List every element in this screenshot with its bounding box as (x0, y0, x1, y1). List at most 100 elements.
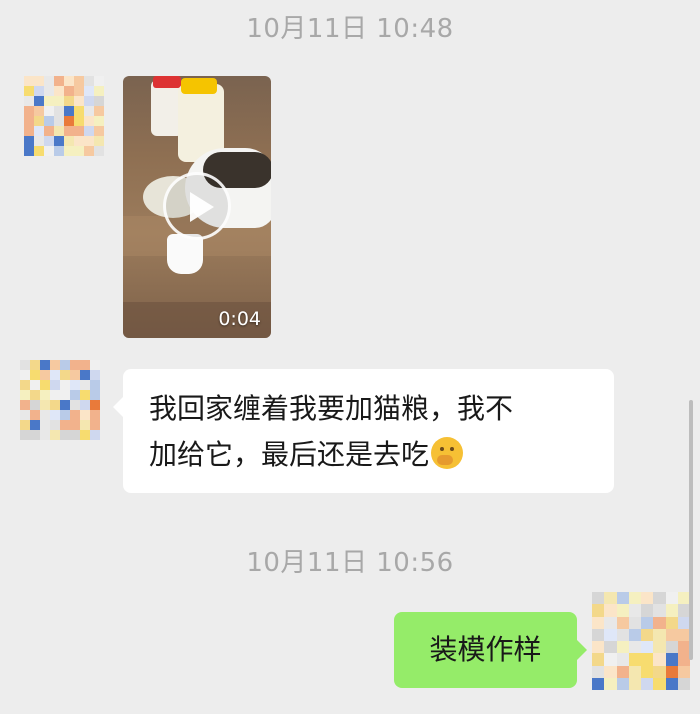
avatar-pixel (74, 106, 84, 116)
avatar-pixel (40, 390, 50, 400)
avatar-pixel (628, 628, 641, 641)
avatar-pixel (665, 665, 678, 678)
avatar-pixel (40, 380, 50, 390)
avatar-pixel (30, 420, 40, 430)
avatar-pixel (50, 360, 60, 370)
avatar-pixel (80, 430, 90, 440)
avatar-pixel (628, 677, 641, 690)
avatar-pixel (604, 641, 617, 654)
avatar-pixel (54, 136, 64, 146)
avatar-pixel (84, 96, 94, 106)
avatar-pixel (94, 76, 104, 86)
avatar-pixel (616, 653, 629, 666)
avatar-pixel (665, 628, 678, 641)
avatar-pixel (616, 592, 629, 605)
avatar-pixel (616, 665, 629, 678)
avatar-pixel (84, 86, 94, 96)
avatar-pixel (641, 604, 654, 617)
avatar-pixel (40, 420, 50, 430)
video-message[interactable]: 0:04 (123, 76, 271, 338)
avatar-pixel (60, 390, 70, 400)
avatar-pixel (50, 370, 60, 380)
avatar-pixel (24, 126, 34, 136)
message-text: 装模作样 (429, 633, 542, 666)
avatar-pixel (94, 106, 104, 116)
avatar-pixel (641, 653, 654, 666)
avatar-pixel (60, 380, 70, 390)
avatar-pixel (677, 665, 690, 678)
avatar-pixel (34, 86, 44, 96)
avatar-pixel (54, 76, 64, 86)
avatar-pixel (90, 410, 100, 420)
avatar-pixel (54, 116, 64, 126)
avatar-pixel (653, 628, 666, 641)
avatar-pixel (70, 370, 80, 380)
avatar-pixel (70, 410, 80, 420)
avatar-pixel (84, 146, 94, 156)
avatar-pixel (80, 390, 90, 400)
avatar-pixel (604, 677, 617, 690)
avatar-pixel (50, 400, 60, 410)
contact-avatar[interactable] (24, 76, 104, 156)
avatar-pixel (592, 653, 605, 666)
avatar-pixel (653, 641, 666, 654)
avatar-pixel (94, 96, 104, 106)
avatar-pixel (60, 370, 70, 380)
avatar-pixel (641, 641, 654, 654)
avatar-pixel (20, 400, 30, 410)
timestamp-1: 10月11日 10:48 (246, 14, 454, 44)
avatar-pixel (628, 653, 641, 666)
avatar-pixel (24, 146, 34, 156)
video-thumbnail-object (167, 234, 203, 274)
avatar-pixel (616, 628, 629, 641)
incoming-message-bubble[interactable]: 我回家缠着我要加猫粮，我不 加给它，最后还是去吃 (113, 369, 614, 493)
avatar-pixel (70, 400, 80, 410)
avatar-pixel (74, 126, 84, 136)
avatar-pixel (628, 592, 641, 605)
avatar-pixel (84, 126, 94, 136)
avatar-pixel (34, 146, 44, 156)
avatar-pixel (54, 106, 64, 116)
avatar-pixel (54, 146, 64, 156)
play-circle-icon[interactable] (163, 172, 231, 240)
avatar-pixel (70, 430, 80, 440)
avatar-pixel (44, 146, 54, 156)
video-duration: 0:04 (218, 308, 261, 330)
my-avatar[interactable] (592, 592, 690, 690)
avatar-pixel (40, 410, 50, 420)
avatar-pixel (74, 116, 84, 126)
avatar-pixel (34, 106, 44, 116)
avatar-pixel (641, 677, 654, 690)
avatar-pixel (616, 677, 629, 690)
avatar-pixel (70, 390, 80, 400)
avatar-pixel (84, 136, 94, 146)
avatar-pixel (592, 604, 605, 617)
avatar-pixel (90, 430, 100, 440)
avatar-pixel (24, 116, 34, 126)
avatar-pixel (44, 126, 54, 136)
avatar-pixel (74, 86, 84, 96)
contact-avatar[interactable] (20, 360, 100, 440)
avatar-pixel (44, 96, 54, 106)
avatar-pixel (44, 116, 54, 126)
outgoing-message-bubble[interactable]: 装模作样 (394, 612, 587, 688)
avatar-pixel (616, 641, 629, 654)
avatar-pixel (90, 360, 100, 370)
avatar-pixel (24, 96, 34, 106)
scrollbar[interactable] (689, 400, 693, 660)
message-text: 加给它，最后还是去吃 (149, 438, 430, 471)
avatar-pixel (54, 96, 64, 106)
avatar-pixel (40, 360, 50, 370)
avatar-pixel (54, 86, 64, 96)
avatar-pixel (616, 604, 629, 617)
avatar-pixel (44, 76, 54, 86)
avatar-pixel (592, 616, 605, 629)
avatar-pixel (80, 400, 90, 410)
avatar-pixel (641, 665, 654, 678)
avatar-pixel (24, 106, 34, 116)
avatar-pixel (50, 380, 60, 390)
avatar-pixel (94, 86, 104, 96)
avatar-pixel (90, 400, 100, 410)
avatar-pixel (592, 665, 605, 678)
avatar-pixel (641, 628, 654, 641)
